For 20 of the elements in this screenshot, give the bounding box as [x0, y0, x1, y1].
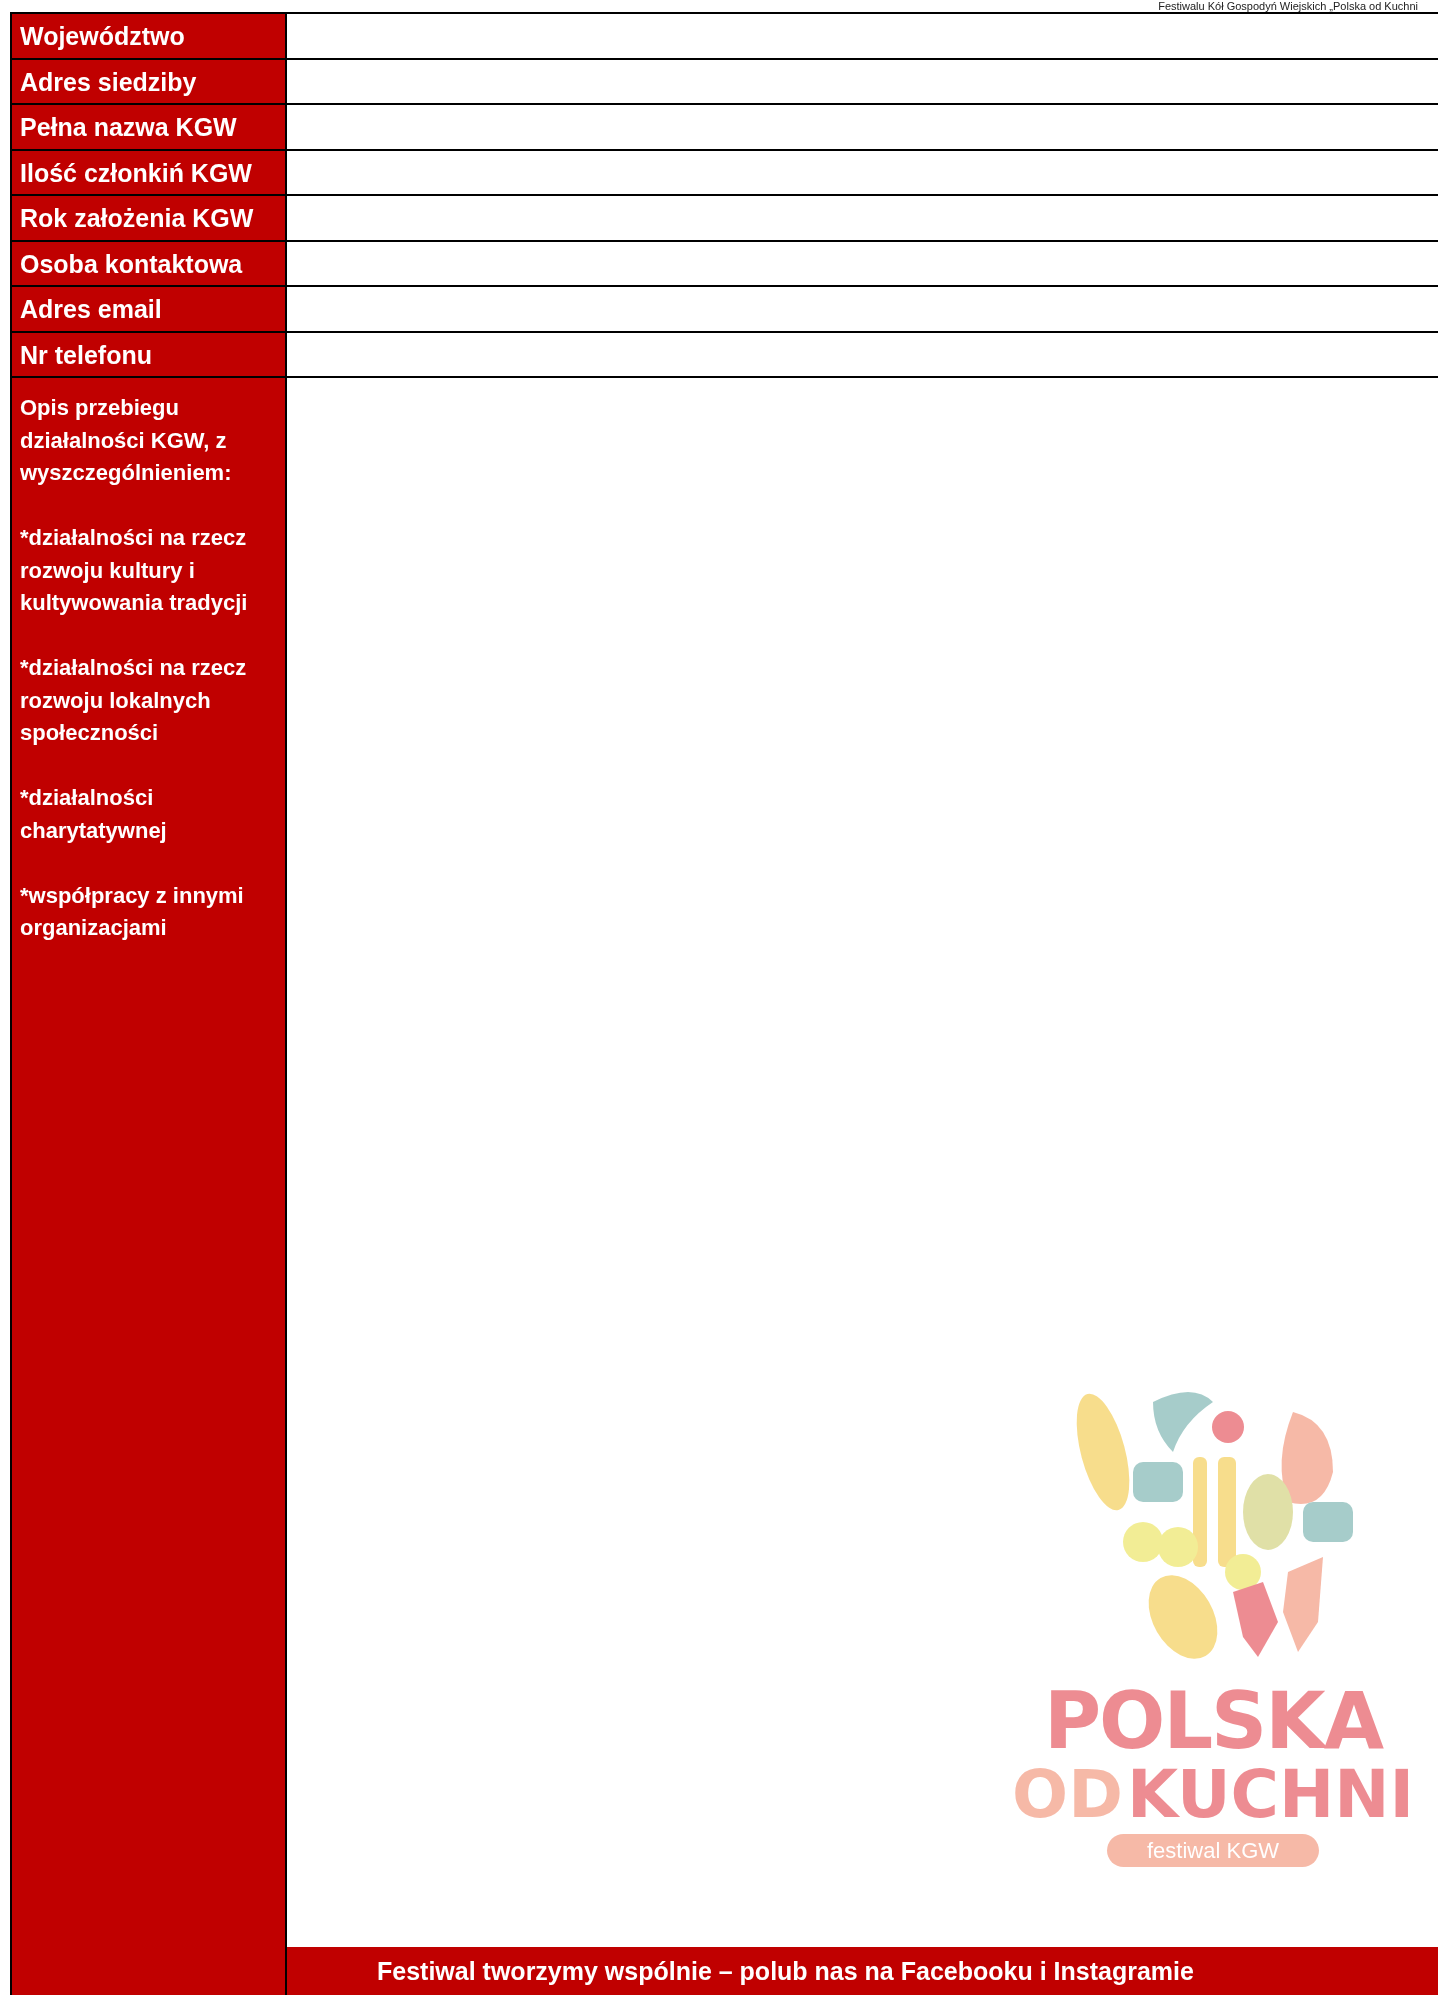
description-text: *działalności na rzecz rozwoju kultury i kultywowania tradycji [20, 524, 249, 617]
header-text: Festiwalu Kół Gospodyń Wiejskich „Polska od Kuchni [1158, 0, 1418, 12]
field-label: Nr telefonu [12, 332, 287, 378]
logo-text: POLSKA [1043, 1682, 1383, 1760]
field-label: Pełna nazwa KGW [12, 105, 287, 151]
description-text: *działalności charytatywnej [20, 784, 168, 845]
logo-text: OD [1012, 1760, 1123, 1830]
field-label: Rok założenia KGW [12, 196, 287, 242]
logo-tagline: festiwal KGW [1107, 1834, 1319, 1867]
field-label: Ilość członkiń KGW [12, 150, 287, 196]
field-label: Województwo [12, 14, 287, 60]
field-label: Osoba kontaktowa [12, 241, 287, 287]
field-label: Adres siedziby [12, 59, 287, 105]
description-text: Opis przebiegu działalności KGW, z wyszczególnieniem: [20, 394, 233, 487]
input-field[interactable]: POLSKA ODKUCHNI festiwal KGW [287, 378, 1438, 1947]
logo-text: KUCHNI [1126, 1760, 1414, 1830]
description-text: *działalności na rzecz rozwoju lokalnych społeczności [20, 654, 248, 747]
field-label: Adres email [12, 287, 287, 333]
footer-banner: Festiwal tworzymy wspólnie – polub nas na Facebooku i Instagramie [287, 1947, 1438, 1995]
description-text: *współpracy z innymi organizacjami [20, 881, 245, 942]
